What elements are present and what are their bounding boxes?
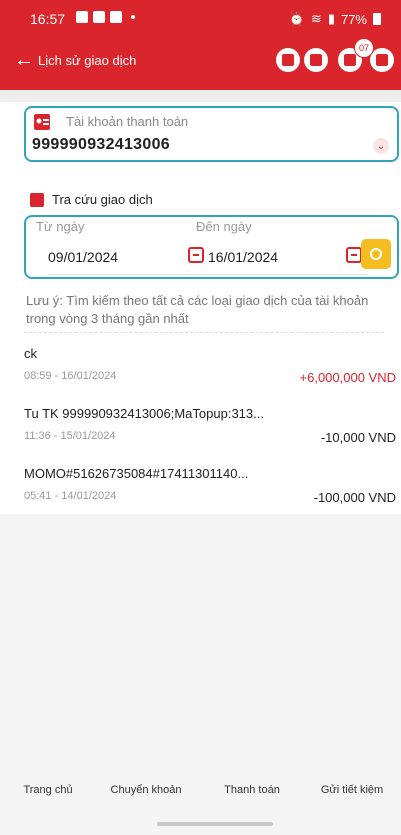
notification-dot-icon xyxy=(131,15,135,19)
qr-code-button[interactable] xyxy=(304,48,328,72)
nav-item-home[interactable]: Trang chủ xyxy=(8,774,88,824)
gallery-icon xyxy=(76,11,88,23)
nav-item-savings[interactable]: Gửi tiết kiệm xyxy=(312,774,392,824)
transaction-amount: -10,000 VND xyxy=(320,430,396,445)
transaction-time: 08:59 - 16/01/2024 xyxy=(24,370,117,382)
back-arrow-icon[interactable]: ← xyxy=(14,48,38,72)
gift-icon xyxy=(376,54,388,66)
scan-qr-button[interactable] xyxy=(276,48,300,72)
transaction-row[interactable]: ck 08:59 - 16/01/2024 +6,000,000 VND xyxy=(24,346,396,406)
account-icon xyxy=(34,114,50,130)
to-date-field[interactable]: 16/01/2024 xyxy=(208,239,368,275)
to-date-label: Đến ngày xyxy=(196,219,252,234)
search-section-header: Tra cứu giao dịch xyxy=(30,192,153,207)
transaction-description: Tu TK 999990932413006;MaTopup:313... xyxy=(24,406,264,421)
chevron-down-icon[interactable]: ⌄ xyxy=(373,138,389,154)
transaction-amount: -100,000 VND xyxy=(313,490,396,505)
from-date-label: Từ ngày xyxy=(36,219,85,234)
empty-area xyxy=(0,514,401,758)
status-time: 16:57 xyxy=(30,11,66,27)
divider xyxy=(24,332,384,333)
header-divider xyxy=(0,90,401,102)
search-section-title: Tra cứu giao dịch xyxy=(52,192,153,207)
search-button[interactable] xyxy=(361,239,391,269)
bell-icon xyxy=(344,54,356,66)
account-number: 999990932413006 xyxy=(32,136,170,153)
scan-icon xyxy=(282,54,294,66)
nav-bar: ← Lịch sử giao dịch xyxy=(0,42,401,86)
from-date-field[interactable]: 09/01/2024 xyxy=(48,239,210,275)
date-range-panel: Từ ngày Đến ngày 09/01/2024 16/01/2024 xyxy=(24,215,399,279)
battery-icon xyxy=(373,13,381,25)
account-label: Tài khoản thanh toán xyxy=(66,114,189,129)
account-selector[interactable]: Tài khoản thanh toán 999990932413006 ⌄ xyxy=(24,106,399,162)
to-date-value: 16/01/2024 xyxy=(208,248,279,265)
alarm-icon: ⏰ xyxy=(288,11,305,26)
nav-item-transfer[interactable]: Chuyển khoản xyxy=(106,774,186,824)
from-date-value: 09/01/2024 xyxy=(48,248,119,265)
transaction-description: MOMO#51626735084#17411301140... xyxy=(24,466,249,481)
transaction-row[interactable]: Tu TK 999990932413006;MaTopup:313... 11:… xyxy=(24,406,396,466)
status-bar: 16:57 ⏰ ≋ ▮ 77% xyxy=(0,0,401,42)
transaction-amount: +6,000,000 VND xyxy=(299,370,396,385)
nav-item-label: Gửi tiết kiệm xyxy=(320,784,384,796)
nav-item-label: Thanh toán xyxy=(224,784,280,796)
calendar-icon[interactable] xyxy=(188,247,204,263)
qr-code-icon xyxy=(310,54,322,66)
wifi-icon: ≋ xyxy=(310,11,322,26)
search-note: Lưu ý: Tìm kiếm theo tất cả các loại gia… xyxy=(26,293,369,326)
transaction-description: ck xyxy=(24,346,37,361)
transaction-time: 11:36 - 15/01/2024 xyxy=(24,430,116,442)
notification-badge: 07 xyxy=(354,38,374,58)
gesture-handle[interactable] xyxy=(157,822,273,826)
message-icon xyxy=(93,11,105,23)
battery-level: 77% xyxy=(340,11,367,27)
gift-button[interactable] xyxy=(370,48,394,72)
app-icon xyxy=(110,11,122,23)
transaction-time: 05:41 - 14/01/2024 xyxy=(24,490,117,502)
signal-icon: ▮ xyxy=(327,11,335,26)
calendar-icon[interactable] xyxy=(346,247,362,263)
nav-item-label: Trang chủ xyxy=(23,784,73,796)
page-title: Lịch sử giao dịch xyxy=(38,53,137,68)
search-icon xyxy=(370,248,382,260)
search-history-icon xyxy=(30,192,44,207)
nav-item-payment[interactable]: Thanh toán xyxy=(212,774,292,824)
nav-item-label: Chuyển khoản xyxy=(110,784,182,796)
app-header: 16:57 ⏰ ≋ ▮ 77% ← Lịch sử giao dịch 07 xyxy=(0,0,401,90)
